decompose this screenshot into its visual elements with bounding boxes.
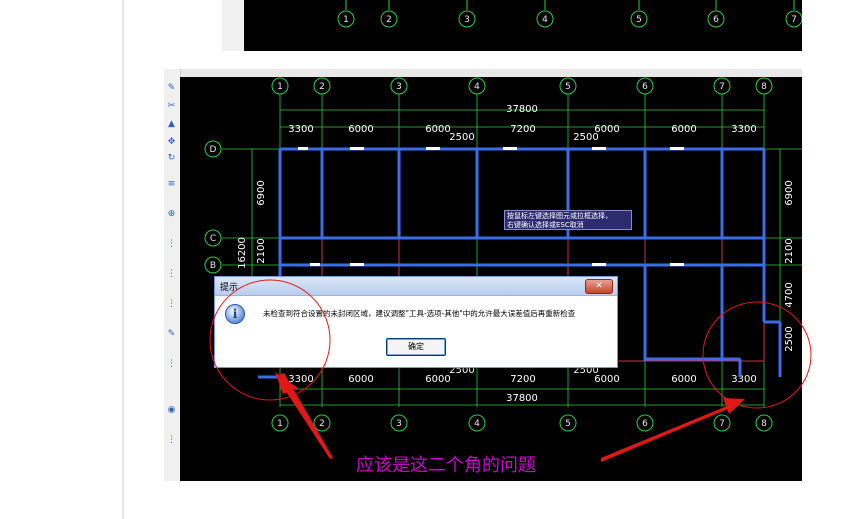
annotation-overlay: [209, 279, 812, 462]
highlight-circle: [209, 279, 331, 401]
annotation-text: 应该是这二个角的问题: [356, 455, 536, 476]
highlight-circle: [702, 301, 812, 409]
arrow-shaft: [601, 406, 728, 462]
arrow-head: [275, 372, 298, 394]
